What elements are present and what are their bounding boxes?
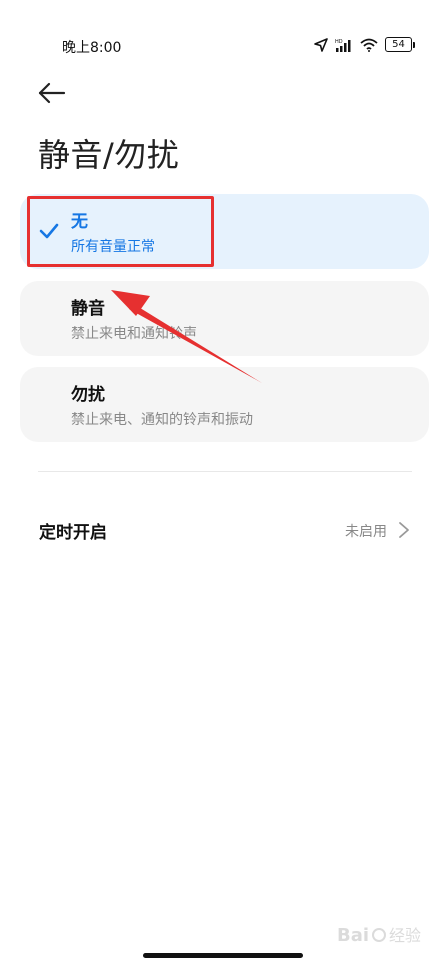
option-subtitle: 禁止来电、通知的铃声和振动: [71, 412, 253, 428]
home-indicator[interactable]: [143, 953, 303, 958]
svg-text:Bai: Bai: [337, 925, 369, 946]
svg-text:经验: 经验: [389, 926, 421, 945]
schedule-label: 定时开启: [39, 523, 107, 543]
schedule-value: 未启用: [345, 524, 387, 540]
option-none[interactable]: 无 所有音量正常: [20, 194, 429, 269]
status-icons: HD 54: [314, 37, 415, 52]
arrow-left-icon: [38, 82, 66, 104]
wifi-icon: [360, 38, 378, 52]
option-title: 静音: [71, 299, 105, 319]
option-title: 勿扰: [71, 385, 105, 405]
option-subtitle: 所有音量正常: [71, 239, 155, 255]
watermark-logo: Bai 经验: [337, 925, 421, 946]
signal-icon: HD: [335, 39, 351, 52]
schedule-row[interactable]: 定时开启 未启用: [0, 500, 447, 560]
svg-text:HD: HD: [335, 39, 343, 45]
option-do-not-disturb[interactable]: 勿扰 禁止来电、通知的铃声和振动: [20, 367, 429, 442]
page-title: 静音/勿扰: [38, 136, 180, 174]
option-subtitle: 禁止来电和通知铃声: [71, 326, 197, 342]
back-button[interactable]: [34, 78, 70, 108]
location-icon: [314, 37, 328, 52]
status-time: 晚上8:00: [62, 40, 122, 56]
chevron-right-icon: [399, 522, 409, 538]
battery-icon: 54: [385, 37, 415, 52]
battery-level: 54: [385, 37, 412, 52]
status-bar: 晚上8:00 HD 54: [0, 0, 447, 90]
checkmark-icon: [39, 223, 59, 239]
divider: [38, 471, 412, 472]
option-title: 无: [71, 212, 88, 232]
option-mute[interactable]: 静音 禁止来电和通知铃声: [20, 281, 429, 356]
